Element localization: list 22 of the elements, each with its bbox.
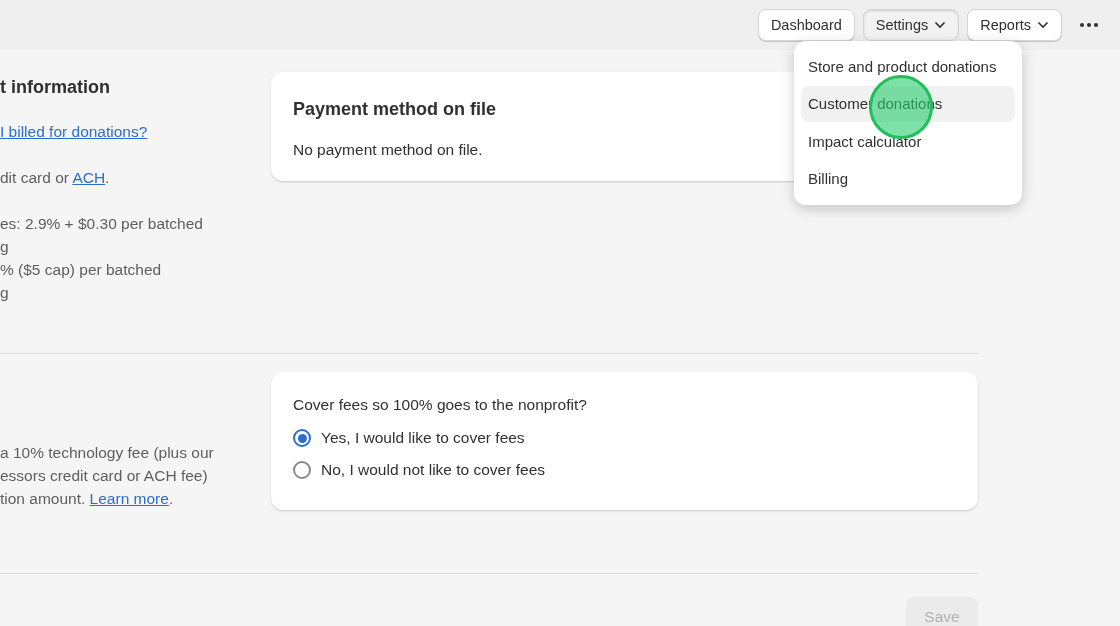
- nav-button[interactable]: Settings: [862, 9, 960, 41]
- card-title: Payment method on file: [293, 98, 497, 121]
- radio-label[interactable]: No, I would not like to cover fees: [321, 461, 545, 479]
- chevron-down-icon: [934, 21, 947, 29]
- menu-item[interactable]: Store and product donations: [801, 48, 1015, 85]
- radio-button[interactable]: [293, 461, 311, 479]
- menu-item[interactable]: Billing: [801, 161, 1015, 197]
- link[interactable]: Learn more: [89, 490, 169, 507]
- card-text: No payment method on file.: [293, 141, 483, 159]
- section-heading: t information: [0, 76, 111, 99]
- nav-button[interactable]: Dashboard: [757, 9, 855, 41]
- chevron-down-icon: [1037, 21, 1049, 29]
- menu-item[interactable]: Impact calculator: [801, 123, 1015, 160]
- radio-label[interactable]: Yes, I would like to cover fees: [321, 429, 525, 447]
- paragraph: es: 2.9% + $0.30 per batched g % ($5 cap) per batched g: [0, 214, 204, 303]
- question-text: Cover fees so 100% goes to the nonprofit?: [293, 396, 588, 414]
- nav-button[interactable]: Reports: [967, 9, 1062, 41]
- link[interactable]: I billed for donations?: [0, 123, 148, 140]
- paragraph: a 10% technology fee (plus our essors credit card or ACH fee) tion amount. Learn more.: [0, 443, 215, 509]
- link[interactable]: ACH: [72, 169, 106, 186]
- radio-button[interactable]: [293, 429, 311, 447]
- paragraph: dit card or ACH.: [0, 168, 111, 188]
